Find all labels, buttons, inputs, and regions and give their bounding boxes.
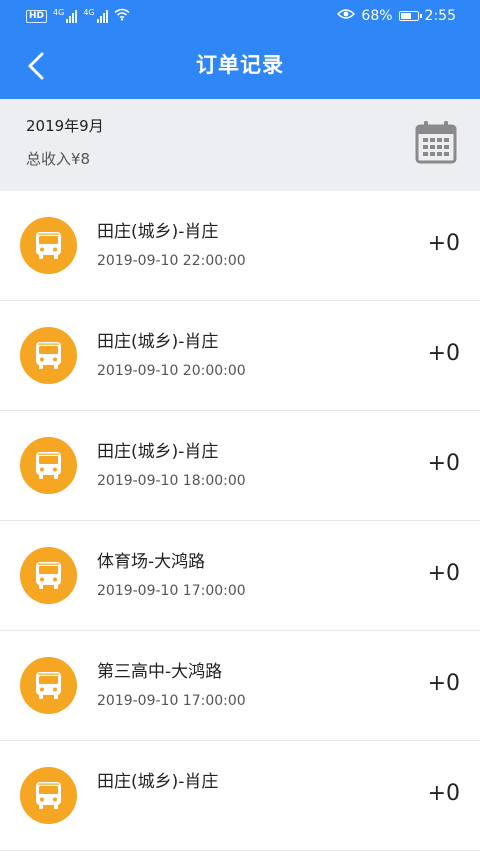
order-row[interactable]: 田庄(城乡)-肖庄 2019-09-10 20:00:00 +0 — [0, 301, 480, 411]
signal-2-icon: 4G — [83, 8, 108, 23]
bus-icon — [20, 657, 77, 714]
page-title: 订单记录 — [196, 53, 284, 77]
order-amount: +0 — [427, 451, 460, 476]
bus-icon — [20, 767, 77, 824]
order-row[interactable]: 田庄(城乡)-肖庄 2019-09-10 18:00:00 +0 — [0, 411, 480, 521]
battery-icon — [398, 11, 422, 21]
wifi-icon — [114, 8, 130, 25]
order-time: 2019-09-10 20:00:00 — [97, 363, 246, 379]
order-row[interactable]: 田庄(城乡)-肖庄 +0 — [0, 741, 480, 851]
calendar-button[interactable] — [415, 120, 457, 164]
route-name: 田庄(城乡)-肖庄 — [97, 222, 219, 242]
order-row[interactable]: 体育场-大鸿路 2019-09-10 17:00:00 +0 — [0, 521, 480, 631]
order-list: 田庄(城乡)-肖庄 2019-09-10 22:00:00 +0 田庄(城乡)-… — [0, 191, 480, 851]
order-amount: +0 — [427, 341, 460, 366]
status-bar: HD 4G 4G 68% 2:55 — [0, 0, 480, 32]
total-income: 总收入¥8 — [26, 150, 91, 168]
status-right: 68% 2:55 — [337, 7, 456, 25]
signal-1-icon: 4G — [53, 8, 78, 23]
order-row[interactable]: 田庄(城乡)-肖庄 2019-09-10 22:00:00 +0 — [0, 191, 480, 301]
bus-icon — [20, 217, 77, 274]
network-type-1: 4G — [53, 8, 65, 17]
order-amount: +0 — [427, 231, 460, 256]
order-amount: +0 — [427, 781, 460, 806]
order-time: 2019-09-10 18:00:00 — [97, 473, 246, 489]
order-amount: +0 — [427, 561, 460, 586]
route-name: 体育场-大鸿路 — [97, 552, 206, 572]
bus-icon — [20, 437, 77, 494]
order-time: 2019-09-10 22:00:00 — [97, 253, 246, 269]
hd-badge: HD — [26, 9, 48, 23]
route-name: 田庄(城乡)-肖庄 — [97, 332, 219, 352]
route-name: 第三高中-大鸿路 — [97, 662, 223, 682]
summary-panel: 2019年9月 总收入¥8 — [0, 99, 480, 191]
network-type-2: 4G — [83, 8, 95, 17]
order-time: 2019-09-10 17:00:00 — [97, 693, 246, 709]
battery-level — [400, 13, 411, 19]
route-name: 田庄(城乡)-肖庄 — [97, 442, 219, 462]
clock: 2:55 — [424, 8, 456, 24]
battery-percent: 68% — [361, 8, 393, 24]
bus-icon — [20, 327, 77, 384]
calendar-icon — [415, 121, 457, 164]
eye-icon — [337, 8, 356, 24]
order-amount: +0 — [427, 671, 460, 696]
order-time: 2019-09-10 17:00:00 — [97, 583, 246, 599]
order-row[interactable]: 第三高中-大鸿路 2019-09-10 17:00:00 +0 — [0, 631, 480, 741]
bus-icon — [20, 547, 77, 604]
route-name: 田庄(城乡)-肖庄 — [97, 772, 219, 792]
app-bar: 订单记录 — [0, 32, 480, 99]
month-label: 2019年9月 — [26, 117, 104, 135]
status-left: HD 4G 4G — [26, 8, 130, 24]
